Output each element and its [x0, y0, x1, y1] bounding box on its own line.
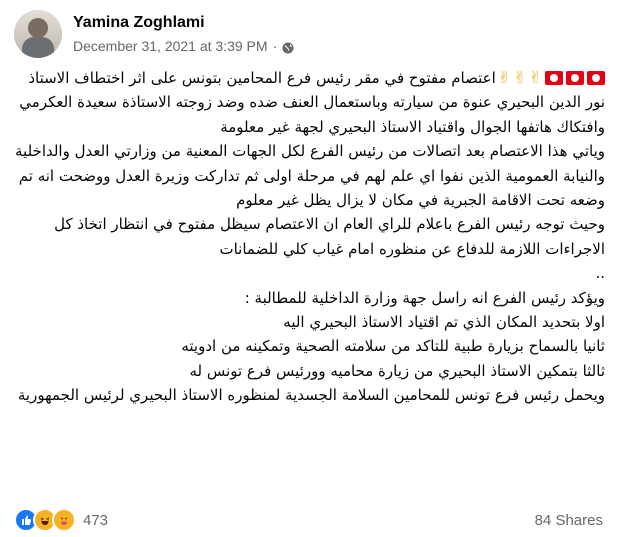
victory-hand-icon: ✌ [528, 68, 542, 87]
post-header: Yamina Zoghlami December 31, 2021 at 3:3… [14, 8, 294, 60]
post-footer: 473 84 Shares [14, 506, 603, 534]
post-paragraph: ويؤكد رئيس الفرع انه راسل جهة وزارة الدا… [244, 288, 605, 307]
care-icon [52, 508, 76, 532]
post-body: ✌✌✌اعتصام مفتوح في مقر رئيس فرع المحامين… [14, 66, 605, 408]
tunisia-flag-icon [545, 71, 563, 85]
author-name[interactable]: Yamina Zoghlami [73, 13, 294, 33]
shares-count[interactable]: 84 Shares [535, 512, 603, 529]
post-meta: Yamina Zoghlami December 31, 2021 at 3:3… [73, 13, 294, 55]
post-paragraph: وياتي هذا الاعتصام بعد اتصالات من رئيس ا… [15, 142, 605, 210]
post-paragraph: ✌✌✌اعتصام مفتوح في مقر رئيس فرع المحامين… [14, 66, 605, 139]
post-paragraph: وحيث توجه رئيس الفرع باعلام للراي العام … [54, 215, 605, 258]
post-paragraph: .. [595, 264, 605, 283]
post-paragraph: اولا بتحديد المكان الذي تم اقتياد الاستا… [283, 313, 605, 332]
facebook-post: Yamina Zoghlami December 31, 2021 at 3:3… [0, 0, 621, 537]
tunisia-flag-icon [566, 71, 584, 85]
post-paragraph: ثانيا بالسماح بزيارة طبية للتاكد من سلام… [181, 337, 605, 356]
victory-hand-icon: ✌ [497, 68, 512, 87]
post-subline: December 31, 2021 at 3:39 PM · [73, 37, 294, 55]
reaction-count[interactable]: 473 [83, 512, 108, 529]
author-avatar[interactable] [14, 10, 62, 58]
post-timestamp[interactable]: December 31, 2021 at 3:39 PM [73, 37, 268, 55]
reactions-summary[interactable]: 473 [14, 508, 108, 532]
tunisia-flag-icon [587, 71, 605, 85]
globe-icon[interactable] [282, 40, 294, 54]
post-paragraph: ثالثا بتمكين الاستاذ البحيري من زيارة مح… [189, 361, 605, 380]
victory-hand-icon: ✌ [513, 68, 527, 87]
post-paragraph: ويحمل رئيس فرع تونس للمحامين السلامة الج… [17, 386, 605, 405]
meta-separator: · [272, 38, 278, 54]
